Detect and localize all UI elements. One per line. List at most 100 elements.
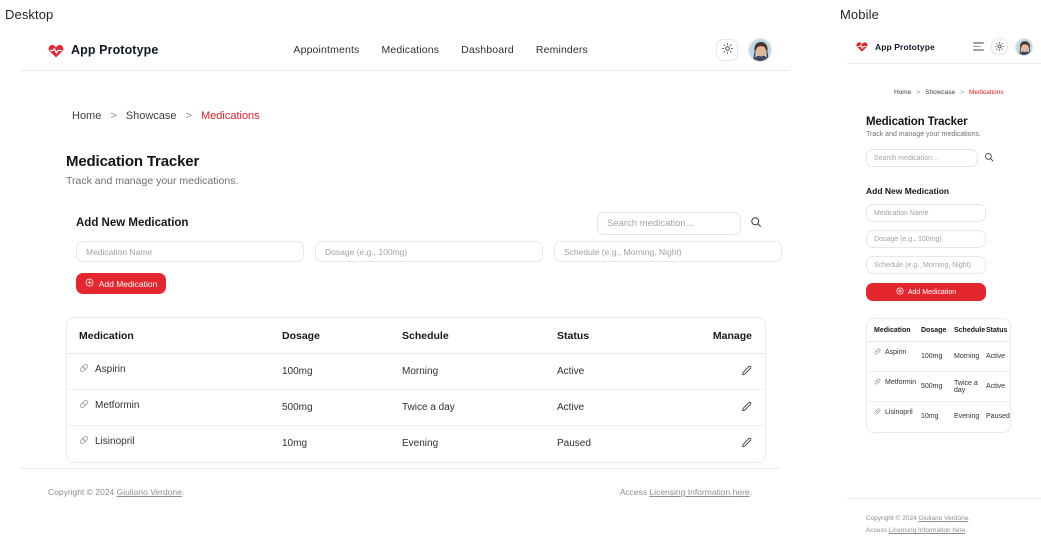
schedule-input[interactable]: Schedule (e.g., Morning, Night) — [554, 241, 782, 262]
dosage-input[interactable]: Dosage (e.g., 100mg) — [315, 241, 543, 262]
cell-schedule: Twice a day — [954, 371, 986, 402]
pencil-icon — [741, 436, 752, 451]
brand-logo[interactable]: App Prototype — [48, 43, 158, 58]
footer-copyright-prefix: Copyright © 2024 — [866, 515, 919, 522]
breadcrumb: Home > Showcase > Medications — [20, 71, 790, 122]
mobile-navbar: App Prototype — [846, 30, 1041, 64]
brand-name: App Prototype — [71, 43, 159, 57]
add-medication-button[interactable]: Add Medication — [76, 273, 166, 294]
cell-dosage: 100mg — [282, 353, 402, 390]
cell-schedule: Twice a day — [402, 389, 557, 426]
theme-toggle-button[interactable] — [716, 39, 738, 61]
medication-name: Lisinopril — [885, 409, 913, 416]
avatar[interactable] — [748, 38, 772, 62]
medication-name: Metformin — [95, 400, 140, 411]
dosage-input[interactable]: Dosage (e.g., 100mg) — [866, 230, 986, 248]
mobile-viewport: App Prototype Home > Showcase > Medicati… — [846, 30, 1041, 555]
theme-toggle-button[interactable] — [991, 38, 1008, 55]
breadcrumb-item-home[interactable]: Home — [894, 89, 911, 96]
status-badge: Active — [986, 341, 1010, 372]
sun-icon — [721, 41, 733, 59]
footer-copyright: Copyright © 2024 Giuliano Verdone. — [48, 487, 184, 497]
hamburger-icon[interactable] — [973, 42, 984, 51]
mobile-footer: Copyright © 2024 Giuliano Verdone. Acces… — [846, 498, 1041, 538]
breadcrumb-item-medications[interactable]: Medications — [201, 110, 260, 122]
table-row: Metformin 500mg Twice a day Active — [67, 389, 765, 426]
schedule-input[interactable]: Schedule (e.g., Morning, Night) — [866, 256, 986, 274]
cell-dosage: 100mg — [921, 341, 954, 372]
screenshot-root: Desktop Mobile App Prototype Appointment… — [0, 0, 1041, 560]
footer-author-link[interactable]: Giuliano Verdone — [919, 515, 969, 522]
column-header-status: Status — [557, 318, 687, 354]
pill-icon — [79, 435, 89, 448]
breadcrumb-item-home[interactable]: Home — [72, 110, 101, 122]
desktop-add-medication-form: Add New Medication Medication Name Dosag… — [20, 187, 790, 294]
page-title: Medication Tracker — [866, 116, 968, 128]
add-medication-button-label: Add Medication — [98, 278, 158, 289]
edit-button[interactable] — [741, 436, 752, 451]
cell-medication: Metformin — [67, 389, 282, 426]
nav-link-appointments[interactable]: Appointments — [293, 44, 359, 56]
avatar[interactable] — [1015, 37, 1033, 56]
nav-link-dashboard[interactable]: Dashboard — [461, 44, 514, 56]
status-badge: Active — [557, 353, 687, 390]
footer-license-link[interactable]: Licensing Information here — [889, 527, 966, 534]
footer-license: Access Licensing Information here. — [620, 487, 752, 497]
breadcrumb-item-medications[interactable]: Medications — [969, 89, 1004, 96]
medication-name-input[interactable]: Medication Name — [76, 241, 304, 262]
status-badge: Paused — [986, 413, 1010, 421]
search-input[interactable]: Search medication... — [866, 149, 978, 167]
breadcrumb-item-showcase[interactable]: Showcase — [925, 89, 955, 96]
cell-schedule: Morning — [402, 353, 557, 390]
column-header-dosage: Dosage — [282, 318, 402, 354]
pencil-icon — [741, 400, 752, 415]
desktop-page-header: Medication Tracker Track and manage your… — [20, 122, 790, 187]
cell-manage — [687, 353, 765, 390]
nav-link-reminders[interactable]: Reminders — [536, 44, 588, 56]
footer-author-link[interactable]: Giuliano Verdone — [117, 487, 182, 497]
medication-name: Aspirin — [885, 349, 907, 356]
footer-license-link[interactable]: Licensing Information here — [649, 487, 749, 497]
desktop-footer: Copyright © 2024 Giuliano Verdone. Acces… — [20, 468, 780, 497]
search-input[interactable]: Search medication... — [597, 212, 741, 235]
search-icon[interactable] — [984, 149, 994, 167]
plus-circle-icon — [896, 287, 904, 297]
cell-medication: Lisinopril — [67, 426, 282, 462]
nav-link-medications[interactable]: Medications — [381, 44, 439, 56]
mobile-add-medication-form: Add New Medication Medication Name Dosag… — [846, 167, 1041, 301]
table-row: Lisinopril 10mg Evening Paused — [867, 402, 1010, 432]
pill-icon — [874, 348, 881, 357]
add-form-title: Add New Medication — [866, 186, 950, 196]
edit-button[interactable] — [741, 400, 752, 415]
cell-schedule: Evening — [402, 438, 439, 450]
footer-access-prefix: Access — [866, 527, 889, 535]
cell-dosage: 10mg — [921, 413, 939, 421]
pill-icon — [79, 399, 89, 412]
table-row: Aspirin 100mg Morning Active — [867, 341, 1010, 372]
column-header-schedule: Schedule — [402, 318, 557, 354]
sun-icon — [995, 38, 1004, 56]
footer-access-prefix: Access — [619, 487, 650, 497]
breadcrumb-item-showcase[interactable]: Showcase — [126, 110, 177, 122]
column-header-dosage: Dosage — [921, 319, 954, 342]
table-header-row: Medication Dosage Schedule Status Manage — [867, 319, 1010, 342]
edit-button[interactable] — [741, 364, 752, 379]
cell-medication: Metformin — [867, 371, 921, 402]
add-medication-button[interactable]: Add Medication — [866, 283, 986, 301]
status-badge: Active — [986, 371, 1010, 402]
pencil-icon — [741, 364, 752, 379]
footer-license: Access Licensing Information here. — [866, 525, 1041, 537]
column-header-medication: Medication — [867, 319, 921, 342]
footer-copyright-prefix: Copyright © 2024 — [48, 487, 117, 497]
page-subtitle: Track and manage your medications. — [866, 131, 981, 138]
breadcrumb-separator: > — [916, 89, 921, 96]
search-icon[interactable] — [750, 215, 762, 233]
medication-name-input[interactable]: Medication Name — [866, 204, 986, 222]
brand-logo[interactable]: App Prototype — [856, 41, 935, 52]
footer-copyright-suffix: . — [181, 487, 185, 497]
page-title: Medication Tracker — [66, 153, 200, 170]
column-header-status: Status — [986, 319, 1010, 342]
column-header-medication: Medication — [67, 318, 282, 354]
status-badge: Paused — [557, 438, 591, 450]
cell-schedule: Morning — [954, 341, 986, 372]
